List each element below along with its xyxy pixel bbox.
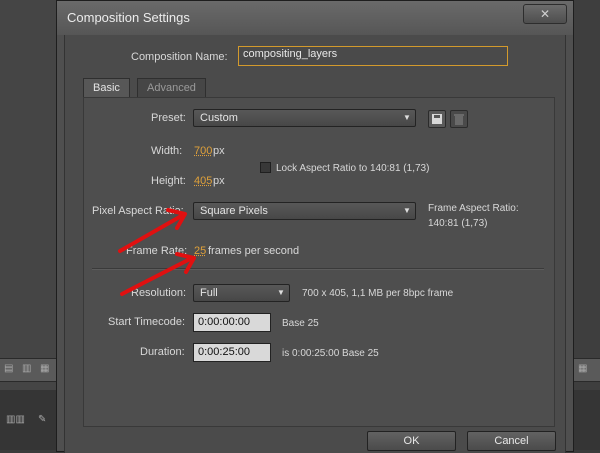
film-icon: ▥▥ <box>6 414 25 425</box>
save-preset-button[interactable] <box>428 110 446 128</box>
background-timeline-left: ▥▥ ✎ <box>0 390 60 450</box>
start-timecode-base: Base 25 <box>282 318 319 329</box>
background-toolbar-left: ▤ ▥ ▦ <box>0 358 60 382</box>
toolbar-icon: ▦ <box>40 363 50 374</box>
resolution-label: Resolution: <box>131 287 187 299</box>
pen-icon: ✎ <box>38 414 47 425</box>
resolution-info: 700 x 405, 1,1 MB per 8bpc frame <box>302 288 454 299</box>
height-label: Height: <box>151 175 186 187</box>
tab-basic[interactable]: Basic <box>83 78 130 97</box>
frame-rate-value[interactable]: 25 <box>194 245 206 257</box>
delete-preset-button[interactable] <box>450 110 468 128</box>
composition-name-label: Composition Name: <box>131 51 228 63</box>
height-unit: px <box>213 175 225 187</box>
lock-aspect-checkbox[interactable] <box>260 162 271 173</box>
width-unit: px <box>213 145 225 157</box>
pixel-aspect-label: Pixel Aspect Ratio: <box>92 205 184 217</box>
toolbar-icon: ▥ <box>22 363 32 374</box>
pixel-aspect-dropdown[interactable]: Square Pixels ▼ <box>193 202 416 220</box>
frame-rate-label: Frame Rate: <box>126 245 188 257</box>
dialog-titlebar[interactable]: Composition Settings ✕ <box>57 1 573 35</box>
toolbar-icon: ▤ <box>4 363 14 374</box>
cancel-button[interactable]: Cancel <box>467 431 556 451</box>
dialog-title: Composition Settings <box>67 10 190 25</box>
background-toolbar-right: ▦ <box>572 358 600 382</box>
close-icon: ✕ <box>539 7 551 21</box>
start-timecode-input[interactable]: 0:00:00:00 <box>193 313 271 332</box>
resolution-dropdown[interactable]: Full ▼ <box>193 284 290 302</box>
background-app-panel-left <box>0 0 60 450</box>
height-value[interactable]: 405 <box>194 175 212 187</box>
duration-input[interactable]: 0:00:25:00 <box>193 343 271 362</box>
chevron-down-icon: ▼ <box>403 206 411 215</box>
preset-label: Preset: <box>151 112 186 124</box>
chevron-down-icon: ▼ <box>403 113 411 122</box>
preset-value: Custom <box>200 112 238 124</box>
pixel-aspect-value: Square Pixels <box>200 205 268 217</box>
resolution-value: Full <box>200 287 218 299</box>
trash-icon <box>454 114 464 125</box>
chevron-down-icon: ▼ <box>277 288 285 297</box>
duration-label: Duration: <box>140 346 185 358</box>
tab-advanced[interactable]: Advanced <box>137 78 206 97</box>
close-button[interactable]: ✕ <box>523 4 567 24</box>
toolbar-icon: ▦ <box>578 363 588 374</box>
lock-aspect-label: Lock Aspect Ratio to 140:81 (1,73) <box>276 163 430 174</box>
background-timeline-right <box>572 390 600 450</box>
frame-aspect-label: Frame Aspect Ratio: <box>428 203 519 214</box>
width-label: Width: <box>151 145 183 157</box>
frame-rate-unit: frames per second <box>208 245 300 257</box>
frame-aspect-value: 140:81 (1,73) <box>428 218 488 229</box>
duration-info: is 0:00:25:00 Base 25 <box>282 348 379 359</box>
save-icon <box>432 114 442 124</box>
start-timecode-label: Start Timecode: <box>108 316 186 328</box>
composition-name-input[interactable]: compositing_layers <box>238 46 508 66</box>
width-value[interactable]: 700 <box>194 145 212 157</box>
ok-button[interactable]: OK <box>367 431 456 451</box>
preset-dropdown[interactable]: Custom ▼ <box>193 109 416 127</box>
section-divider <box>92 268 544 270</box>
